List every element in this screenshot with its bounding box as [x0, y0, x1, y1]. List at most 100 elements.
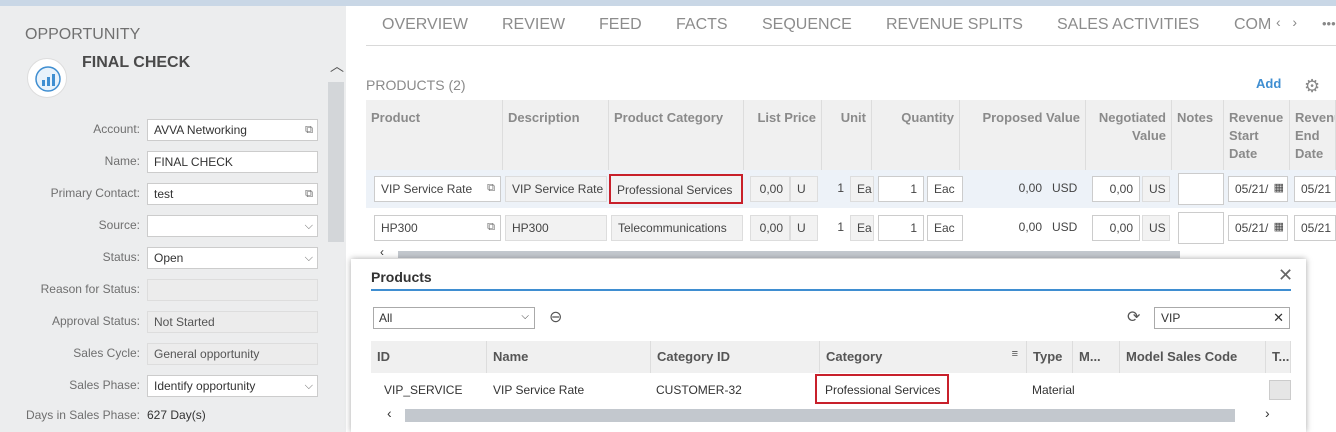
- tab-sales-activities[interactable]: SALES ACTIVITIES: [1057, 16, 1199, 34]
- account-field[interactable]: AVVA Networking ⧉: [147, 119, 318, 141]
- tab-sequence[interactable]: SEQUENCE: [762, 16, 852, 34]
- field-label: Source:: [98, 218, 140, 232]
- scrollbar-thumb[interactable]: [398, 251, 1180, 258]
- add-product-button[interactable]: Add: [1256, 76, 1281, 91]
- field-account: Account: AVVA Networking ⧉: [0, 119, 330, 141]
- calendar-icon[interactable]: ▦: [1274, 220, 1284, 233]
- table-row[interactable]: HP300 ⧉ HP300 Telecommunications 0,00 U 1…: [366, 209, 1336, 247]
- tab-overview[interactable]: OVERVIEW: [382, 16, 468, 34]
- quantity-input[interactable]: 1: [878, 215, 924, 241]
- more-icon[interactable]: •••: [1322, 16, 1336, 31]
- panel-scrollbar[interactable]: [328, 82, 344, 242]
- chevron-right-icon[interactable]: ›: [1265, 405, 1270, 421]
- unit-quantity-cell: 1: [837, 181, 844, 195]
- column-header-product-category[interactable]: Product Category: [609, 100, 744, 170]
- approval-status-field: Not Started: [147, 311, 318, 333]
- chevron-right-icon[interactable]: ›: [1292, 14, 1297, 30]
- column-header-quantity[interactable]: Quantity: [872, 100, 960, 170]
- tab-revenue-splits[interactable]: REVENUE SPLITS: [886, 16, 1023, 34]
- column-header-proposed-value[interactable]: Proposed Value: [960, 100, 1086, 170]
- refresh-icon[interactable]: ⟳: [1127, 307, 1140, 327]
- scrollbar-thumb[interactable]: [405, 409, 1235, 422]
- dialog-title-underline: [371, 289, 1291, 291]
- t-cell[interactable]: [1269, 380, 1291, 400]
- revenue-start-date-input[interactable]: 05/21/▦: [1228, 176, 1288, 202]
- clear-icon[interactable]: ✕: [1273, 310, 1284, 326]
- field-primary-contact: Primary Contact: test ⧉: [0, 183, 330, 205]
- column-header-t[interactable]: T...: [1266, 341, 1291, 373]
- unit-cell: Ea: [850, 215, 874, 241]
- column-header-product[interactable]: Product: [366, 100, 503, 170]
- notes-input[interactable]: [1178, 212, 1224, 244]
- link-icon[interactable]: ⧉: [487, 221, 495, 234]
- source-select[interactable]: ⌵: [147, 215, 318, 237]
- column-header-type[interactable]: Type: [1027, 341, 1073, 373]
- tab-review[interactable]: REVIEW: [502, 16, 565, 34]
- product-cell[interactable]: HP300 ⧉: [374, 215, 501, 241]
- chevron-down-icon: ⌵: [304, 220, 313, 232]
- product-cell[interactable]: VIP Service Rate ⧉: [374, 176, 501, 202]
- field-label: Approval Status:: [51, 314, 140, 328]
- primary-contact-field[interactable]: test ⧉: [147, 183, 318, 205]
- column-header-list-price[interactable]: List Price: [744, 100, 822, 170]
- column-header-unit[interactable]: Unit: [822, 100, 872, 170]
- tab-scroll-arrows: ‹ ›: [1276, 14, 1297, 30]
- products-section-title: PRODUCTS (2): [366, 77, 466, 93]
- filter-select[interactable]: All ⌵: [373, 307, 535, 329]
- collapse-up-icon[interactable]: ︿: [330, 56, 344, 76]
- quantity-unit-select[interactable]: Eac: [927, 176, 963, 202]
- search-input[interactable]: VIP ✕: [1154, 307, 1290, 329]
- tab-feed[interactable]: FEED: [599, 16, 642, 34]
- proposed-value-cell: 0,00: [1018, 220, 1042, 234]
- link-icon[interactable]: ⧉: [305, 124, 313, 137]
- field-label: Sales Phase:: [69, 378, 140, 392]
- revenue-start-date-input[interactable]: 05/21/▦: [1228, 215, 1288, 241]
- tab-facts[interactable]: FACTS: [676, 16, 728, 34]
- column-header-m[interactable]: M...: [1073, 341, 1120, 373]
- negotiated-value-input[interactable]: 0,00: [1092, 176, 1140, 202]
- category-id-cell: CUSTOMER-32: [656, 383, 742, 397]
- column-header-category-id[interactable]: Category ID: [651, 341, 820, 373]
- status-select[interactable]: Open ⌵: [147, 247, 318, 269]
- tab-com[interactable]: COM: [1234, 16, 1276, 34]
- gear-icon[interactable]: ⚙: [1304, 76, 1320, 97]
- revenue-end-date-input[interactable]: 05/21: [1294, 215, 1336, 241]
- calendar-icon[interactable]: ▦: [1274, 181, 1284, 194]
- field-label: Reason for Status:: [40, 282, 140, 296]
- column-header-category[interactable]: Category ≡: [820, 341, 1027, 373]
- revenue-end-date-input[interactable]: 05/21: [1294, 176, 1336, 202]
- column-header-notes[interactable]: Notes: [1172, 100, 1224, 170]
- field-label: Account:: [93, 122, 140, 136]
- list-price-cell: 0,00: [750, 176, 790, 202]
- field-label: Days in Sales Phase:: [25, 408, 140, 422]
- list-price-unit-cell: U: [790, 176, 818, 202]
- chevron-left-icon[interactable]: ‹: [380, 245, 384, 259]
- name-field[interactable]: FINAL CHECK: [147, 151, 318, 173]
- table-row[interactable]: VIP Service Rate ⧉ VIP Service Rate Profe…: [366, 170, 1336, 208]
- link-icon[interactable]: ⧉: [487, 182, 495, 195]
- zoom-search-icon[interactable]: ⊖: [549, 307, 562, 327]
- column-header-model-sales-code[interactable]: Model Sales Code: [1120, 341, 1266, 373]
- quantity-input[interactable]: 1: [878, 176, 924, 202]
- chevron-left-icon[interactable]: ‹: [1276, 14, 1281, 30]
- sales-phase-select[interactable]: Identify opportunity ⌵: [147, 375, 318, 397]
- link-icon[interactable]: ⧉: [305, 188, 313, 201]
- notes-input[interactable]: [1178, 173, 1224, 205]
- filter-icon[interactable]: ≡: [1012, 348, 1018, 360]
- column-header-negotiated-value[interactable]: Negotiated Value: [1086, 100, 1172, 170]
- quantity-unit-select[interactable]: Eac: [927, 215, 963, 241]
- column-header-description[interactable]: Description: [503, 100, 609, 170]
- close-icon[interactable]: ✕: [1278, 265, 1293, 286]
- field-sales-phase: Sales Phase: Identify opportunity ⌵: [0, 375, 330, 397]
- dialog-horizontal-scrollbar[interactable]: ‹ ›: [371, 405, 1291, 423]
- product-id-cell[interactable]: VIP_SERVICE: [378, 377, 486, 403]
- chevron-left-icon[interactable]: ‹: [387, 405, 392, 421]
- proposed-value-cell: 0,00: [1018, 181, 1042, 195]
- column-header-revenue-end-date[interactable]: Revenue End Date: [1290, 100, 1336, 170]
- column-header-revenue-start-date[interactable]: Revenue Start Date: [1224, 100, 1290, 170]
- column-header-name[interactable]: Name: [487, 341, 651, 373]
- negotiated-value-input[interactable]: 0,00: [1092, 215, 1140, 241]
- column-header-id[interactable]: ID: [371, 341, 487, 373]
- negotiated-currency-cell: US: [1142, 215, 1170, 241]
- negotiated-currency-cell: US: [1142, 176, 1170, 202]
